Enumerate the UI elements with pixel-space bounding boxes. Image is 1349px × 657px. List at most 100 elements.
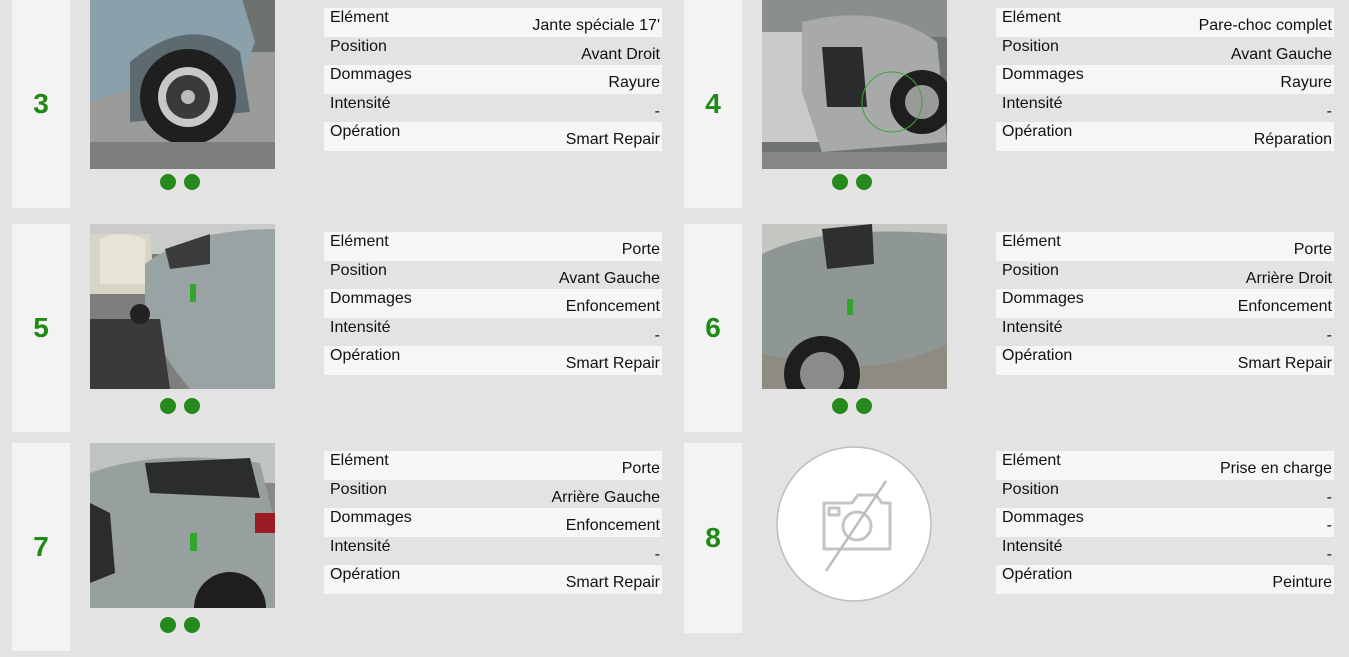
- detail-label: Intensité: [330, 94, 391, 112]
- damage-photo[interactable]: [90, 0, 275, 169]
- detail-label: Intensité: [1002, 537, 1063, 555]
- damage-number-cell: 8: [684, 443, 742, 633]
- detail-row-position: Position Avant Gauche: [996, 37, 1334, 66]
- damage-number: 3: [33, 88, 49, 119]
- detail-value: Peinture: [1272, 574, 1332, 592]
- detail-row-element: Elément Porte: [996, 232, 1334, 261]
- detail-value: Arrière Gauche: [551, 488, 661, 506]
- detail-label: Dommages: [1002, 66, 1084, 84]
- damage-photo[interactable]: [90, 443, 275, 608]
- detail-value: Smart Repair: [1237, 355, 1332, 373]
- detail-value: -: [654, 102, 660, 120]
- detail-value: -: [654, 326, 660, 344]
- detail-row-position: Position Avant Gauche: [324, 261, 662, 290]
- detail-value: Enfoncement: [565, 298, 660, 316]
- photo-pager: [160, 174, 200, 190]
- detail-value: Porte: [621, 241, 660, 259]
- detail-value: Enfoncement: [565, 517, 660, 535]
- detail-label: Opération: [330, 123, 401, 141]
- detail-row-position: Position Avant Droit: [324, 37, 662, 66]
- detail-row-element: Elément Pare-choc complet: [996, 8, 1334, 37]
- damage-details-table: Elément Jante spéciale 17' Position Avant …: [324, 8, 662, 151]
- photo-dot[interactable]: [832, 398, 848, 414]
- detail-row-element: Elément Porte: [324, 232, 662, 261]
- detail-label: Elément: [1002, 9, 1061, 27]
- damage-number: 5: [33, 312, 49, 343]
- photo-dot[interactable]: [184, 174, 200, 190]
- detail-label: Elément: [330, 9, 389, 27]
- detail-value: Pare-choc complet: [1198, 17, 1332, 35]
- detail-value: -: [1326, 545, 1332, 563]
- detail-label: Position: [330, 261, 387, 279]
- detail-row-intensity: Intensité -: [324, 318, 662, 347]
- detail-row-operation: Opération Smart Repair: [324, 346, 662, 375]
- photo-pager: [160, 398, 200, 414]
- detail-value: Prise en charge: [1219, 460, 1332, 478]
- photo-dot[interactable]: [832, 174, 848, 190]
- detail-value: Smart Repair: [565, 355, 660, 373]
- detail-value: Rayure: [1280, 74, 1332, 92]
- no-photo-icon: [776, 446, 932, 602]
- damage-number-cell: 6: [684, 224, 742, 432]
- photo-dot[interactable]: [160, 398, 176, 414]
- detail-value: Jante spéciale 17': [532, 17, 660, 35]
- photo-dot[interactable]: [160, 617, 176, 633]
- detail-row-operation: Opération Smart Repair: [996, 346, 1334, 375]
- detail-value: Réparation: [1253, 131, 1332, 149]
- photo-dot[interactable]: [184, 398, 200, 414]
- damage-photo[interactable]: [762, 0, 947, 169]
- photo-dot[interactable]: [160, 174, 176, 190]
- detail-label: Opération: [330, 566, 401, 584]
- detail-label: Opération: [1002, 123, 1073, 141]
- detail-value: Avant Gauche: [558, 269, 660, 287]
- detail-value: Avant Droit: [581, 45, 660, 63]
- detail-row-position: Position Arrière Gauche: [324, 480, 662, 509]
- detail-row-element: Elément Prise en charge: [996, 451, 1334, 480]
- detail-label: Dommages: [330, 66, 412, 84]
- detail-row-operation: Opération Smart Repair: [324, 565, 662, 594]
- damage-number: 4: [705, 88, 721, 119]
- damage-photo[interactable]: [762, 224, 947, 389]
- detail-label: Position: [330, 480, 387, 498]
- photo-dot[interactable]: [856, 398, 872, 414]
- damage-number-cell: 4: [684, 0, 742, 208]
- damage-details-table: Elément Porte Position Arrière Droit Domma…: [996, 232, 1334, 375]
- photo-pager: [832, 398, 872, 414]
- detail-value: Porte: [1293, 241, 1332, 259]
- detail-row-damage: Dommages -: [996, 508, 1334, 537]
- photo-dot[interactable]: [184, 617, 200, 633]
- detail-value: Avant Gauche: [1230, 45, 1332, 63]
- detail-value: Smart Repair: [565, 574, 660, 592]
- damage-number: 8: [705, 522, 721, 553]
- detail-row-damage: Dommages Rayure: [996, 65, 1334, 94]
- damage-photo[interactable]: [90, 224, 275, 389]
- detail-row-operation: Opération Réparation: [996, 122, 1334, 151]
- damage-details-table: Elément Porte Position Arrière Gauche Domm…: [324, 451, 662, 594]
- detail-label: Opération: [1002, 347, 1073, 365]
- detail-label: Intensité: [330, 318, 391, 336]
- detail-label: Dommages: [1002, 509, 1084, 527]
- detail-row-damage: Dommages Enfoncement: [324, 289, 662, 318]
- damage-details-table: Elément Porte Position Avant Gauche Dommag…: [324, 232, 662, 375]
- detail-label: Elément: [1002, 233, 1061, 251]
- photo-dot[interactable]: [856, 174, 872, 190]
- detail-value: Porte: [621, 460, 660, 478]
- photo-pager: [832, 174, 872, 190]
- detail-row-intensity: Intensité -: [996, 94, 1334, 123]
- detail-value: Rayure: [608, 74, 660, 92]
- damage-number-cell: 3: [12, 0, 70, 208]
- damage-number-cell: 5: [12, 224, 70, 432]
- damage-number-cell: 7: [12, 443, 70, 651]
- detail-row-position: Position -: [996, 480, 1334, 509]
- detail-row-intensity: Intensité -: [996, 537, 1334, 566]
- damage-details-table: Elément Prise en charge Position - Dommage…: [996, 451, 1334, 594]
- detail-row-intensity: Intensité -: [324, 537, 662, 566]
- no-photo-placeholder: [762, 443, 947, 608]
- detail-label: Elément: [330, 233, 389, 251]
- detail-label: Opération: [1002, 566, 1073, 584]
- detail-row-position: Position Arrière Droit: [996, 261, 1334, 290]
- detail-row-damage: Dommages Enfoncement: [996, 289, 1334, 318]
- detail-label: Intensité: [1002, 94, 1063, 112]
- detail-row-damage: Dommages Rayure: [324, 65, 662, 94]
- detail-value: -: [1326, 326, 1332, 344]
